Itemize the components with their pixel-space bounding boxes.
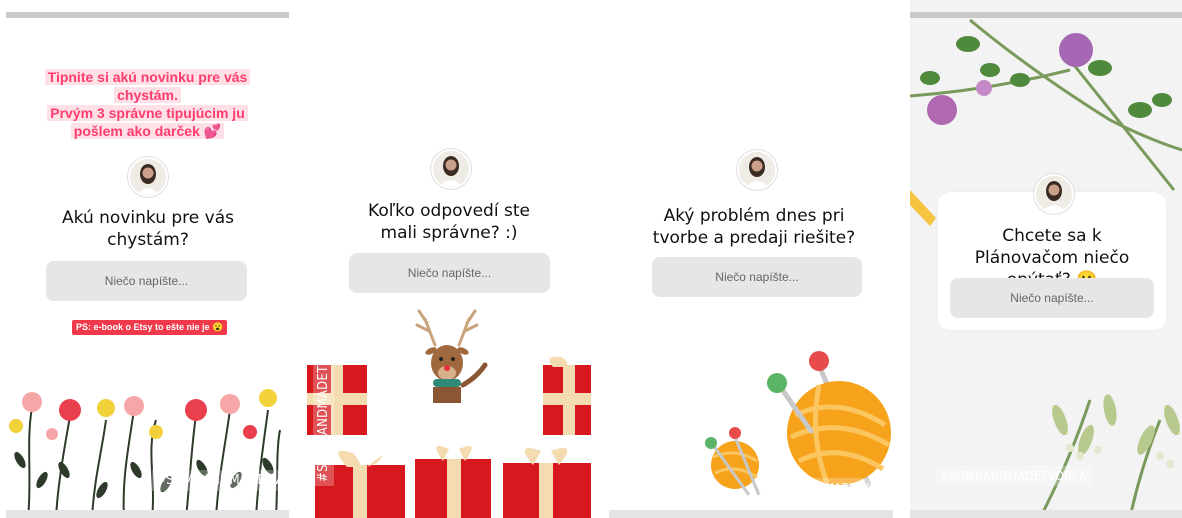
story-3-question: Aký problém dnes pri tvorbe a predaji ri… [652,206,856,248]
story-1[interactable]: Tipnite si akú novinku pre vás chystám. … [6,0,289,518]
story-4[interactable]: Chcete sa k Plánovačom niečo opýtať? 🙂 N… [910,0,1182,518]
story-2[interactable]: Koľko odpovedí ste mali správne? :) Nieč… [307,0,591,518]
story-1-ps-label: PS: e-book o Etsy to ešte nie je 😮 [72,320,228,335]
story-4-answer-input[interactable]: Niečo napíšte... [950,278,1154,318]
story-4-hashtag: #SOMHANDMADETVORCA [936,466,1091,486]
story-1-bottom-bar [6,510,289,518]
story-2-avatar [431,149,471,189]
story-1-hashtag: #SOMHANDMADETVORCA [152,470,289,491]
story-1-answer-input[interactable]: Niečo napíšte... [46,261,247,301]
story-4-bottom-bar [910,510,1182,518]
story-4-avatar [1034,174,1074,214]
story-2-hashtag: #SOMHANDMADETVORCA [313,319,334,486]
story-2-question: Koľko odpovedí ste mali správne? :) [368,201,530,243]
flowers-illustration [9,389,281,518]
story-3-hashtag: #SOMHANDMADETVORCA [759,478,893,497]
story-1-promo-text: Tipnite si akú novinku pre vás chystám. … [16,68,279,140]
story-3-bottom-bar [609,510,893,518]
story-2-answer-input[interactable]: Niečo napíšte... [349,253,550,293]
story-1-avatar [128,157,168,197]
story-1-progress-bar [6,12,289,18]
promo-line-2: chystám. [114,87,181,103]
promo-line-4: pošlem ako darček 💕 [70,123,225,139]
promo-line-3: Prvým 3 správne tipujúcim ju [47,105,248,121]
story-1-question: Akú novinku pre vás chystám? [62,208,234,250]
story-3-avatar [737,150,777,190]
gifts-illustration [307,356,591,518]
promo-line-1: Tipnite si akú novinku pre vás [44,69,251,85]
story-3-answer-input[interactable]: Niečo napíšte... [652,257,862,297]
story-3[interactable]: Aký problém dnes pri tvorbe a predaji ri… [609,0,893,518]
